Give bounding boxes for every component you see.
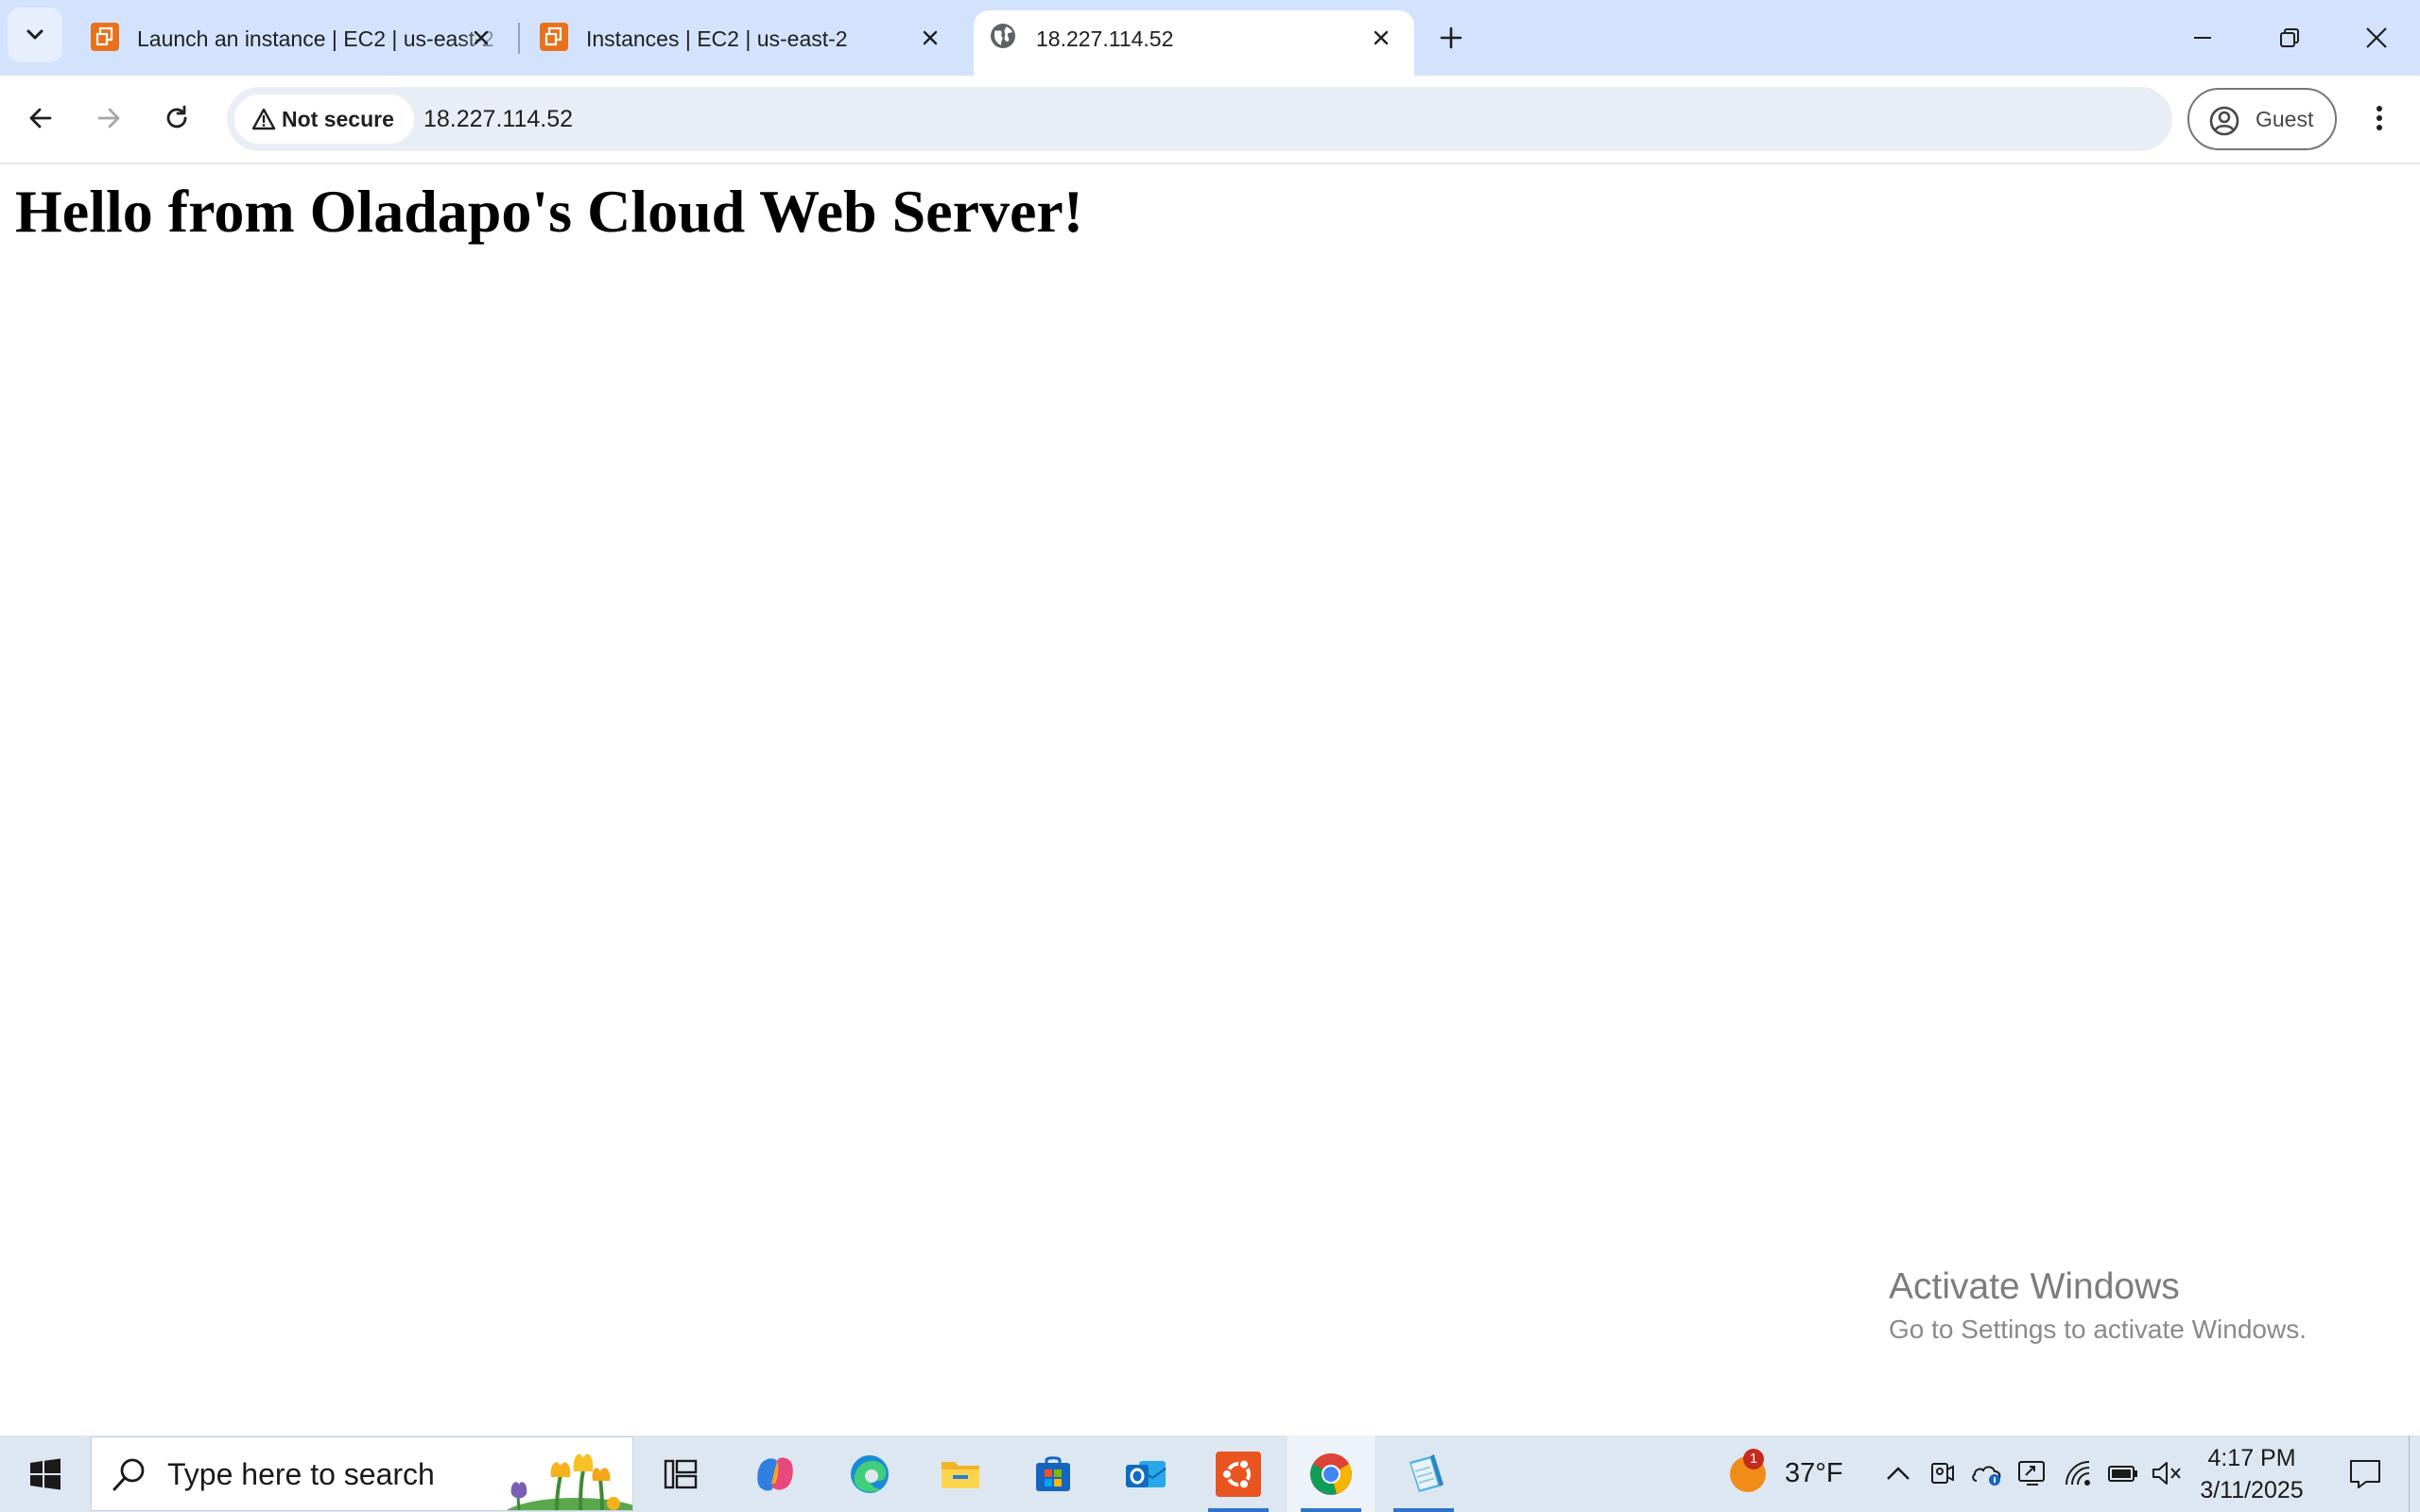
aws-ec2-icon — [91, 23, 119, 51]
copilot-app[interactable] — [732, 1435, 819, 1512]
weather-badge: 1 — [1743, 1449, 1764, 1469]
reload-icon — [166, 105, 187, 129]
activate-windows-watermark: Activate Windows Go to Settings to activ… — [1889, 1264, 2380, 1349]
close-icon — [2366, 27, 2387, 48]
account-circle-icon — [2209, 106, 2239, 136]
copilot-icon — [757, 1457, 793, 1490]
reload-button[interactable] — [155, 96, 199, 140]
volume-muted-icon[interactable] — [2150, 1456, 2184, 1490]
weather-temperature: 37°F — [1785, 1458, 1843, 1488]
more-vert-icon — [2377, 106, 2382, 130]
store-icon — [1036, 1455, 1070, 1491]
outlook-app[interactable] — [1102, 1435, 1189, 1512]
chevron-up-icon — [1887, 1467, 1910, 1480]
tab-separator — [518, 23, 520, 54]
meet-now-icon[interactable] — [1925, 1456, 1959, 1490]
battery-icon[interactable] — [2106, 1456, 2140, 1490]
restore-icon — [2280, 28, 2299, 47]
notification-center-button[interactable] — [2337, 1435, 2394, 1512]
activate-windows-subtitle: Go to Settings to activate Windows. — [1889, 1314, 2307, 1344]
chrome-app[interactable] — [1288, 1435, 1374, 1512]
task-view-button[interactable] — [637, 1435, 724, 1512]
minimize-icon — [2194, 37, 2211, 39]
tab-instances[interactable]: Instances | EC2 | us-east-2 — [523, 10, 958, 76]
tab-title: Instances | EC2 | us-east-2 — [586, 26, 848, 51]
flowers-illustration-icon — [507, 1453, 632, 1510]
ubuntu-icon — [1216, 1451, 1261, 1497]
task-view-icon — [664, 1459, 698, 1488]
tab-search-button[interactable] — [8, 8, 62, 62]
notepad-app[interactable] — [1380, 1435, 1467, 1512]
notepad-icon — [1409, 1453, 1443, 1492]
edge-app[interactable] — [826, 1435, 913, 1512]
remote-desktop-icon[interactable] — [2015, 1456, 2049, 1490]
edge-icon — [851, 1454, 889, 1493]
activate-windows-title: Activate Windows — [1889, 1266, 2180, 1307]
address-bar[interactable]: Not secure 18.227.114.52 — [227, 87, 2172, 151]
wifi-icon[interactable] — [2061, 1456, 2095, 1490]
not-secure-label: Not secure — [282, 107, 394, 131]
onedrive-icon[interactable] — [1970, 1456, 2004, 1490]
taskbar-search-box[interactable]: Type here to search — [91, 1436, 633, 1511]
weather-widget[interactable]: 1 37°F — [1722, 1435, 1864, 1512]
folder-icon — [942, 1461, 979, 1488]
url-text[interactable]: 18.227.114.52 — [424, 94, 573, 144]
windows-logo-icon — [30, 1458, 60, 1489]
search-placeholder: Type here to search — [167, 1457, 435, 1491]
tab-title: 18.227.114.52 — [1036, 26, 1174, 51]
taskbar-clock[interactable]: 4:17 PM 3/11/2025 — [2189, 1435, 2314, 1512]
page-content: Hello from Oladapo's Cloud Web Server! — [0, 164, 2420, 1435]
arrow-left-icon — [29, 108, 52, 129]
minimize-button[interactable] — [2159, 0, 2246, 76]
windows-taskbar: Type here to search 1 37°F 4:17 PM 3/11/… — [0, 1435, 2420, 1512]
profile-button[interactable]: Guest — [2187, 88, 2337, 150]
notification-icon — [2350, 1459, 2380, 1488]
tab-active-ip[interactable]: 18.227.114.52 — [974, 10, 1414, 76]
tab-launch-instance[interactable]: Launch an instance | EC2 | us-east-2 — [74, 10, 509, 76]
back-button[interactable] — [19, 96, 62, 140]
outlook-icon — [1126, 1460, 1167, 1487]
tab-title: Launch an instance | EC2 | us-east-2 — [137, 26, 494, 51]
clock-time: 4:17 PM — [2207, 1445, 2296, 1471]
clock-date: 3/11/2025 — [2200, 1477, 2304, 1503]
search-icon — [112, 1458, 145, 1491]
browser-toolbar: Not secure 18.227.114.52 Guest — [0, 76, 2420, 164]
plus-icon — [1440, 26, 1462, 49]
new-tab-button[interactable] — [1432, 19, 1470, 57]
forward-button[interactable] — [87, 96, 130, 140]
start-button[interactable] — [0, 1435, 91, 1512]
browser-menu-button[interactable] — [2358, 96, 2401, 140]
close-icon[interactable] — [469, 26, 493, 50]
microsoft-store-app[interactable] — [1010, 1435, 1097, 1512]
warning-icon — [251, 108, 276, 130]
profile-label: Guest — [2256, 107, 2314, 131]
close-icon[interactable] — [1369, 26, 1393, 50]
tab-strip: Launch an instance | EC2 | us-east-2 Ins… — [0, 0, 2420, 76]
chevron-down-icon — [26, 29, 43, 40]
file-explorer-app[interactable] — [917, 1435, 1004, 1512]
show-hidden-icons-button[interactable] — [1881, 1456, 1915, 1490]
arrow-right-icon — [97, 108, 120, 129]
aws-ec2-icon — [540, 23, 568, 51]
page-heading: Hello from Oladapo's Cloud Web Server! — [15, 178, 1084, 245]
chrome-icon — [1310, 1452, 1352, 1495]
ubuntu-app[interactable] — [1195, 1435, 1282, 1512]
close-window-button[interactable] — [2333, 0, 2420, 76]
restore-button[interactable] — [2246, 0, 2333, 76]
show-desktop-button[interactable] — [2409, 1435, 2420, 1512]
close-icon[interactable] — [918, 26, 942, 50]
globe-icon — [989, 22, 1017, 50]
